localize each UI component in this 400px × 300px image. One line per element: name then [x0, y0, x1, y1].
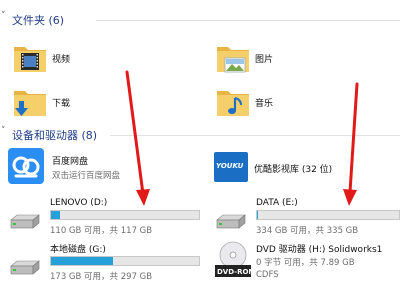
annotation-arrows — [125, 70, 359, 206]
red-arrow-right — [343, 82, 359, 206]
red-arrow-left — [125, 70, 150, 206]
